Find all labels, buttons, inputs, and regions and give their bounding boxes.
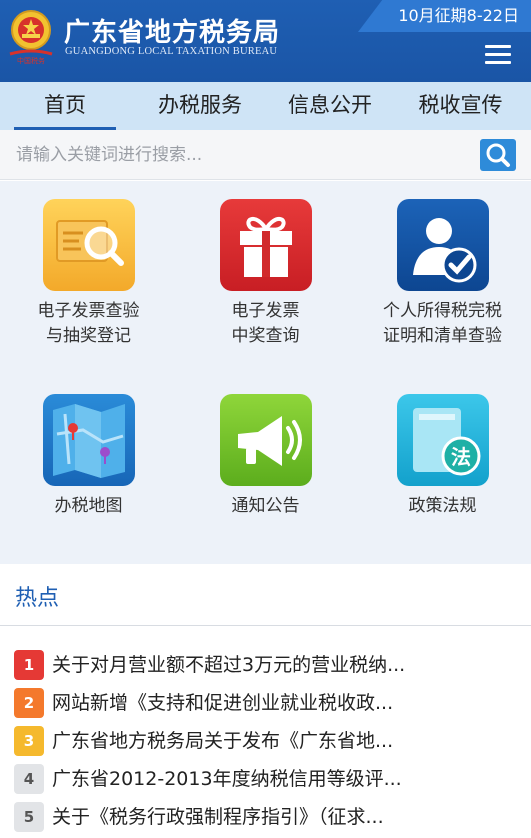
megaphone-icon	[219, 394, 312, 486]
service-label-line1: 个人所得税完税	[383, 301, 502, 321]
service-notices[interactable]: 通知公告	[177, 394, 354, 519]
tab-info-disclosure[interactable]: 信息公开	[270, 82, 390, 130]
service-label-line1: 办税地图	[54, 496, 123, 516]
rank-badge: 3	[14, 726, 44, 756]
tab-tax-services[interactable]: 办税服务	[130, 82, 270, 130]
list-item-text: 关于《税务行政强制程序指引》（征求...	[52, 806, 384, 828]
list-item-text: 广东省2012-2013年度纳税信用等级评...	[52, 768, 402, 790]
service-label-line2: 证明和清单查验	[383, 326, 502, 346]
service-label-line1: 电子发票	[231, 301, 300, 321]
search-icon[interactable]	[480, 139, 516, 171]
service-grid: 电子发票查验 与抽奖登记 电子发票 中奖查询 个人所得税完税 证明和清单查验 办…	[0, 181, 531, 564]
service-tax-map[interactable]: 办税地图	[0, 394, 177, 519]
period-notice[interactable]: 10月征期8-22日	[358, 0, 531, 32]
invoice-search-icon	[42, 199, 135, 291]
national-emblem-icon: 中国税务	[6, 8, 56, 66]
service-policies[interactable]: 法 政策法规	[354, 394, 531, 519]
service-label-line1: 电子发票查验	[37, 301, 140, 321]
service-label-line1: 政策法规	[408, 496, 477, 516]
service-label-line2: 中奖查询	[231, 326, 300, 346]
gift-icon	[219, 199, 312, 291]
search-bar	[0, 130, 531, 180]
person-check-icon	[396, 199, 489, 291]
map-icon	[42, 394, 135, 486]
list-item-text: 广东省地方税务局关于发布《广东省地...	[52, 730, 394, 752]
main-nav: 首页 办税服务 信息公开 税收宣传	[0, 82, 531, 130]
rank-badge: 4	[14, 764, 44, 794]
hot-section-header: 热点	[0, 564, 531, 626]
tab-home[interactable]: 首页	[0, 82, 130, 130]
list-item[interactable]: 3 广东省地方税务局关于发布《广东省地...	[0, 720, 531, 758]
tab-tax-publicity[interactable]: 税收宣传	[390, 82, 531, 130]
list-item[interactable]: 5 关于《税务行政强制程序指引》（征求...	[0, 796, 531, 834]
brand-subtitle: GUANGDONG LOCAL TAXATION BUREAU	[65, 46, 278, 57]
service-invoice-prize[interactable]: 电子发票 中奖查询	[177, 199, 354, 349]
hot-section-title: 热点	[15, 586, 60, 611]
hamburger-menu-icon[interactable]	[482, 40, 514, 70]
search-input[interactable]	[16, 139, 456, 171]
svg-text:中国税务: 中国税务	[17, 56, 45, 65]
law-book-icon: 法	[396, 394, 489, 486]
list-item-text: 关于对月营业额不超过3万元的营业税纳...	[52, 654, 406, 676]
rank-badge: 5	[14, 802, 44, 832]
rank-badge: 2	[14, 688, 44, 718]
service-iit-certificate[interactable]: 个人所得税完税 证明和清单查验	[354, 199, 531, 349]
list-item-text: 网站新增《支持和促进创业就业税收政...	[52, 692, 394, 714]
service-invoice-verify[interactable]: 电子发票查验 与抽奖登记	[0, 199, 177, 349]
list-item[interactable]: 1 关于对月营业额不超过3万元的营业税纳...	[0, 644, 531, 682]
app-header: 中国税务 广东省地方税务局 GUANGDONG LOCAL TAXATION B…	[0, 0, 531, 82]
rank-badge: 1	[14, 650, 44, 680]
list-item[interactable]: 4 广东省2012-2013年度纳税信用等级评...	[0, 758, 531, 796]
svg-text:法: 法	[451, 445, 471, 469]
brand-title: 广东省地方税务局	[64, 18, 281, 48]
list-item[interactable]: 2 网站新增《支持和促进创业就业税收政...	[0, 682, 531, 720]
service-label-line1: 通知公告	[231, 496, 300, 516]
service-label-line2: 与抽奖登记	[46, 326, 131, 346]
